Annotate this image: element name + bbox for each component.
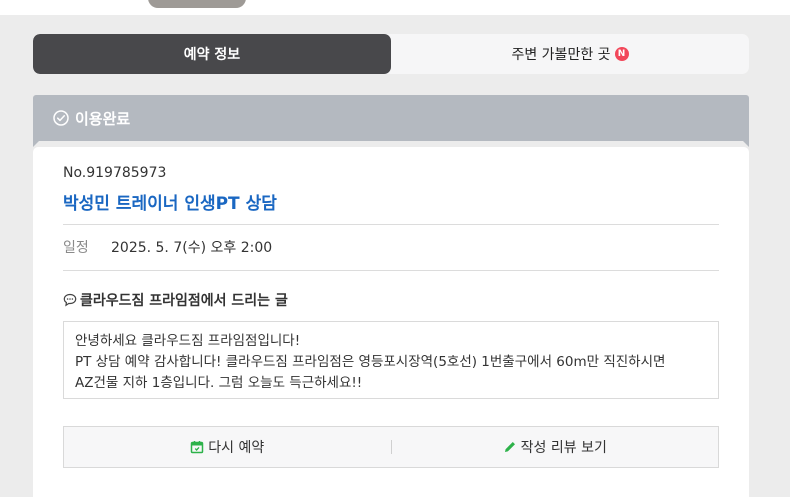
rebook-label: 다시 예약	[208, 440, 265, 456]
message-line: 안녕하세요 클라우드짐 프라임점입니다!	[75, 333, 301, 349]
calendar-icon	[190, 440, 204, 454]
top-strip	[0, 0, 790, 15]
schedule-label: 일정	[63, 240, 89, 256]
action-bar: 다시 예약 작성 리뷰 보기	[63, 426, 719, 468]
tab-nearby-places-label: 주변 가볼만한 곳	[511, 47, 611, 63]
message-title-text: 클라우드짐 프라임점에서 드리는 글	[80, 293, 288, 309]
schedule-row: 일정 2025. 5. 7(수) 오후 2:00	[63, 237, 272, 257]
message-title: 클라우드짐 프라임점에서 드리는 글	[63, 290, 288, 310]
order-number: No.919785973	[63, 165, 167, 181]
status-label: 이용완료	[75, 109, 131, 128]
schedule-value: 2025. 5. 7(수) 오후 2:00	[111, 240, 273, 256]
header-thumbnail-image	[148, 0, 246, 8]
status-bar: 이용완료	[33, 95, 749, 141]
tab-booking-info-label: 예약 정보	[183, 47, 241, 63]
view-review-label: 작성 리뷰 보기	[520, 440, 607, 456]
speech-bubble-icon	[63, 293, 77, 307]
check-circle-icon	[53, 110, 69, 126]
booking-card: No.919785973 박성민 트레이너 인생PT 상담 일정 2025. 5…	[33, 147, 749, 497]
view-review-button[interactable]: 작성 리뷰 보기	[392, 437, 719, 457]
divider	[63, 224, 719, 225]
new-badge: N	[614, 47, 629, 61]
message-line: PT 상담 예약 감사합니다! 클라우드짐 프라임점은 영등포시장역(5호선) …	[75, 354, 666, 370]
pencil-icon	[503, 440, 517, 454]
tab-nearby-places[interactable]: 주변 가볼만한 곳 N	[391, 34, 749, 74]
service-title[interactable]: 박성민 트레이너 인생PT 상담	[63, 189, 277, 214]
message-line: AZ건물 지하 1층입니다. 그럼 오늘도 득근하세요!!	[75, 375, 363, 391]
message-box: 안녕하세요 클라우드짐 프라임점입니다! PT 상담 예약 감사합니다! 클라우…	[63, 321, 719, 399]
divider	[63, 270, 719, 271]
rebook-button[interactable]: 다시 예약	[64, 437, 391, 457]
tab-bar: 예약 정보 주변 가볼만한 곳 N	[33, 34, 749, 74]
tab-booking-info[interactable]: 예약 정보	[33, 34, 391, 74]
